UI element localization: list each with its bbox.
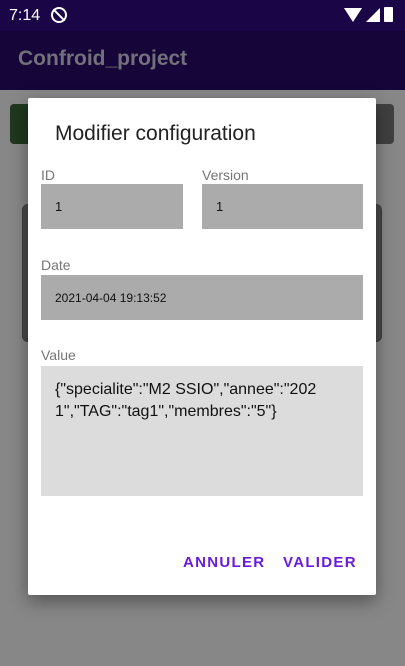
status-icons bbox=[344, 7, 393, 22]
date-value: 2021-04-04 19:13:52 bbox=[55, 291, 167, 305]
id-value: 1 bbox=[55, 199, 63, 214]
wifi-icon bbox=[344, 7, 362, 22]
cancel-button[interactable]: ANNULER bbox=[183, 554, 265, 571]
date-label: Date bbox=[41, 257, 71, 273]
edit-configuration-dialog: Modifier configuration ID 1 Version 1 Da… bbox=[28, 98, 376, 595]
version-label: Version bbox=[202, 167, 249, 183]
do-not-disturb-icon bbox=[51, 7, 67, 23]
id-field[interactable]: 1 bbox=[41, 184, 183, 229]
id-label: ID bbox=[41, 167, 55, 183]
battery-icon bbox=[384, 7, 393, 22]
confirm-button[interactable]: VALIDER bbox=[283, 554, 357, 571]
value-label: Value bbox=[41, 347, 76, 363]
version-value: 1 bbox=[216, 199, 224, 214]
value-text: {"specialite":"M2 SSIO","annee":"2021","… bbox=[55, 381, 317, 420]
signal-icon bbox=[366, 7, 380, 22]
status-time: 7:14 bbox=[9, 7, 41, 24]
value-field[interactable]: {"specialite":"M2 SSIO","annee":"2021","… bbox=[41, 366, 363, 496]
date-field[interactable]: 2021-04-04 19:13:52 bbox=[41, 275, 363, 320]
status-bar: 7:14 bbox=[0, 0, 405, 31]
version-field[interactable]: 1 bbox=[202, 184, 363, 229]
dialog-title: Modifier configuration bbox=[55, 122, 256, 145]
